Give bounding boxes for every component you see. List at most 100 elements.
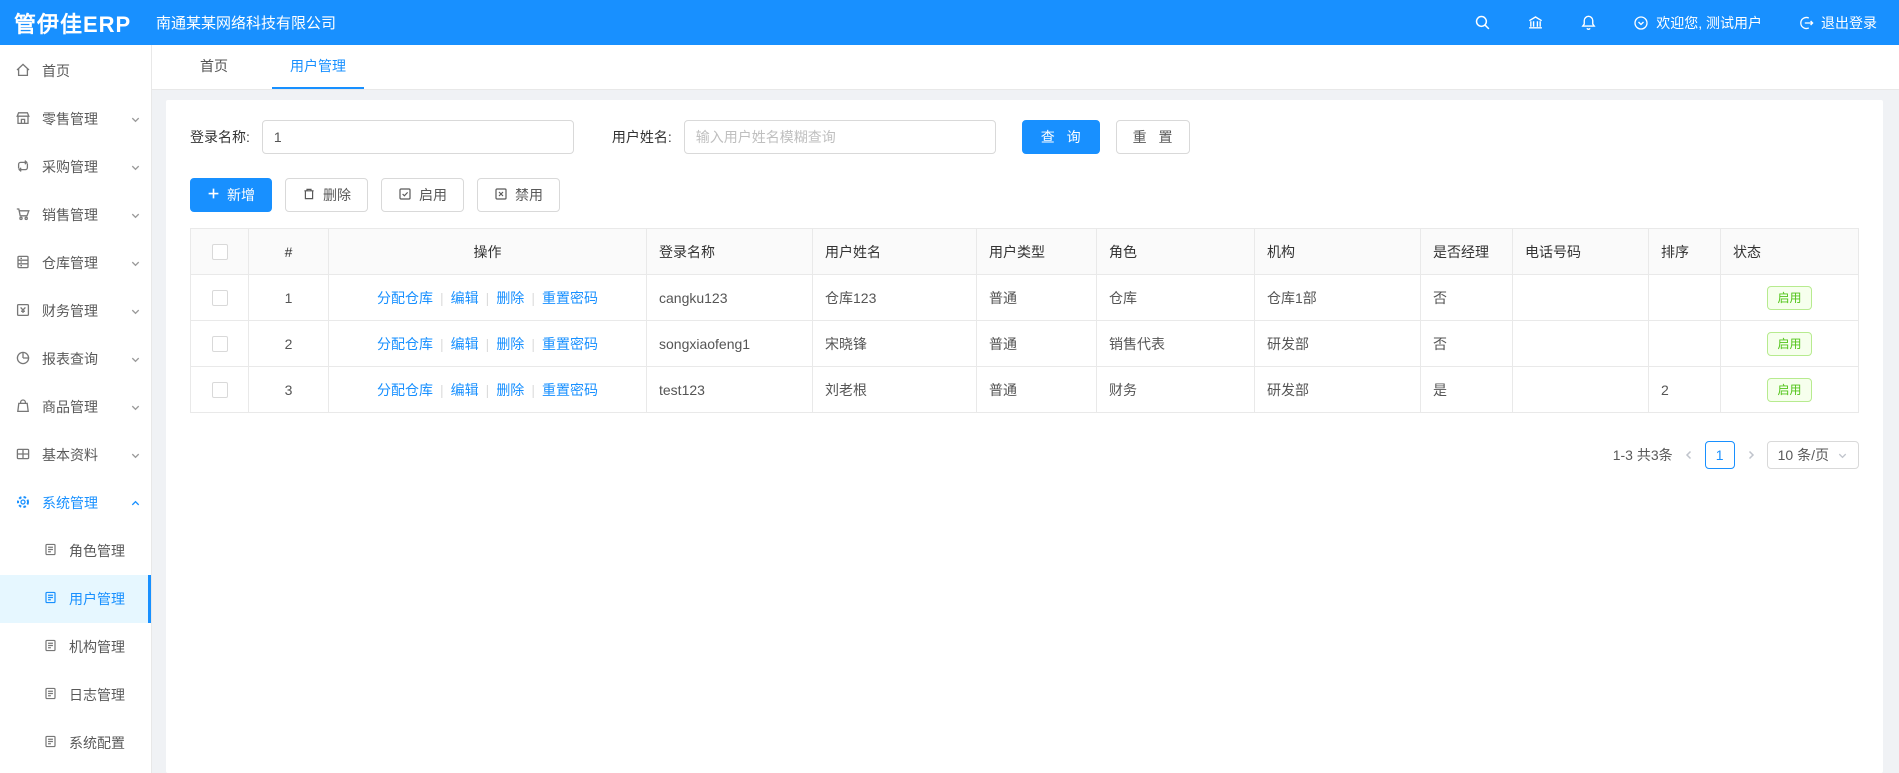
sidebar-item-goods[interactable]: 商品管理 <box>0 383 151 431</box>
chevron-down-icon <box>1838 453 1847 458</box>
sidebar-item-role-management[interactable]: 角色管理 <box>0 527 151 575</box>
bell-icon[interactable] <box>1580 14 1597 31</box>
disable-button[interactable]: 禁用 <box>477 178 560 212</box>
welcome-text: 欢迎您, 测试用户 <box>1656 14 1762 31</box>
sidebar-item-org-management[interactable]: 机构管理 <box>0 623 151 671</box>
sidebar-item-label: 首页 <box>42 63 70 79</box>
logout-button[interactable]: 退出登录 <box>1798 13 1877 33</box>
sidebar-item-user-management[interactable]: 用户管理 <box>0 575 151 623</box>
row-checkbox[interactable] <box>211 336 228 353</box>
edit-link[interactable]: 编辑 <box>451 290 479 306</box>
assign-warehouse-link[interactable]: 分配仓库 <box>377 382 433 398</box>
status-badge: 启用 <box>1767 285 1812 310</box>
pagination-total: 1-3 共3条 <box>1612 447 1673 463</box>
table-row[interactable]: 3 分配仓库 | 编辑 | 删除 | 重置密码 test123 刘老根 普通 财务 研发部 … <box>190 366 1859 413</box>
delete-link[interactable]: 删除 <box>496 382 524 398</box>
cell-name: 宋晓锋 <box>812 320 977 367</box>
reset-password-link[interactable]: 重置密码 <box>542 336 598 352</box>
status-badge: 启用 <box>1767 331 1812 356</box>
col-operations: 操作 <box>328 228 647 275</box>
edit-link[interactable]: 编辑 <box>451 382 479 398</box>
row-index: 3 <box>248 366 329 413</box>
sidebar-item-warehouse[interactable]: 仓库管理 <box>0 239 151 287</box>
delete-link[interactable]: 删除 <box>496 290 524 306</box>
page-number-button[interactable]: 1 <box>1704 441 1735 469</box>
col-org: 机构 <box>1254 228 1421 275</box>
tab-bar: 首页 用户管理 <box>152 45 1899 90</box>
warehouse-icon <box>15 254 31 273</box>
sidebar-item-sales[interactable]: 销售管理 <box>0 191 151 239</box>
delete-link[interactable]: 删除 <box>496 336 524 352</box>
assign-warehouse-link[interactable]: 分配仓库 <box>377 290 433 306</box>
table-row[interactable]: 1 分配仓库 | 编辑 | 删除 | 重置密码 cangku123 仓库123 普通 仓库 … <box>190 274 1859 321</box>
link-separator: | <box>440 289 444 306</box>
filter-form: 登录名称: 用户姓名: 查 询 重 置 <box>190 120 1859 154</box>
row-checkbox[interactable] <box>211 290 228 307</box>
chevron-down-icon <box>130 210 141 221</box>
tab-home[interactable]: 首页 <box>182 45 246 89</box>
page-size-value: 10 条/页 <box>1777 447 1829 463</box>
edit-link[interactable]: 编辑 <box>451 336 479 352</box>
delete-button-label: 删除 <box>323 187 351 203</box>
enable-button-label: 启用 <box>419 187 447 203</box>
sync-icon <box>15 158 31 177</box>
cell-org: 仓库1部 <box>1254 274 1421 321</box>
app-logo[interactable]: 管伊佳ERP <box>0 7 138 39</box>
main-layout: 首页 零售管理 采购管理 销售管理 仓库管理 财务管理 报表查询 商品管理 基本… <box>0 45 1899 773</box>
grid-icon <box>15 446 31 465</box>
sidebar-item-purchase[interactable]: 采购管理 <box>0 143 151 191</box>
table-row[interactable]: 2 分配仓库 | 编辑 | 删除 | 重置密码 songxiaofeng1 宋晓锋 普通 销… <box>190 320 1859 367</box>
user-menu[interactable]: 欢迎您, 测试用户 <box>1633 13 1762 33</box>
sidebar: 首页 零售管理 采购管理 销售管理 仓库管理 财务管理 报表查询 商品管理 基本… <box>0 45 152 773</box>
enable-button[interactable]: 启用 <box>381 178 464 212</box>
cell-phone <box>1512 320 1649 367</box>
sidebar-item-finance[interactable]: 财务管理 <box>0 287 151 335</box>
row-index: 2 <box>248 320 329 367</box>
sidebar-item-system[interactable]: 系统管理 <box>0 479 151 527</box>
sidebar-item-label: 零售管理 <box>42 111 98 127</box>
document-icon <box>43 590 58 608</box>
document-icon <box>43 542 58 560</box>
home-icon <box>15 62 31 81</box>
sidebar-item-system-config[interactable]: 系统配置 <box>0 719 151 767</box>
sidebar-item-label: 仓库管理 <box>42 255 98 271</box>
gear-icon <box>15 494 31 513</box>
add-button[interactable]: 新增 <box>190 178 272 212</box>
chevron-down-icon <box>130 354 141 365</box>
sidebar-item-reports[interactable]: 报表查询 <box>0 335 151 383</box>
sidebar-item-label: 系统配置 <box>69 735 125 751</box>
sidebar-item-basic-data[interactable]: 基本资料 <box>0 431 151 479</box>
cell-login: songxiaofeng1 <box>646 320 813 367</box>
reset-password-link[interactable]: 重置密码 <box>542 382 598 398</box>
select-all-checkbox[interactable] <box>211 244 228 261</box>
tab-user-management[interactable]: 用户管理 <box>272 45 364 89</box>
col-role: 角色 <box>1096 228 1255 275</box>
prev-page-button[interactable] <box>1683 449 1695 461</box>
link-separator: | <box>440 381 444 398</box>
link-separator: | <box>485 335 490 352</box>
sidebar-item-label: 系统管理 <box>42 495 98 511</box>
search-icon[interactable] <box>1474 14 1491 31</box>
reset-password-link[interactable]: 重置密码 <box>542 290 598 306</box>
user-name-input[interactable] <box>683 120 996 154</box>
cell-type: 普通 <box>976 274 1097 321</box>
sidebar-item-retail[interactable]: 零售管理 <box>0 95 151 143</box>
link-separator: | <box>440 335 444 352</box>
search-button[interactable]: 查 询 <box>1021 120 1100 154</box>
sidebar-item-log-management[interactable]: 日志管理 <box>0 671 151 719</box>
row-checkbox[interactable] <box>211 382 228 399</box>
col-user-type: 用户类型 <box>976 228 1097 275</box>
sidebar-item-label: 基本资料 <box>42 447 98 463</box>
login-name-input[interactable] <box>261 120 574 154</box>
cell-login: cangku123 <box>646 274 813 321</box>
sidebar-item-label: 机构管理 <box>69 639 125 655</box>
bank-icon[interactable] <box>1527 14 1544 31</box>
next-page-button[interactable] <box>1745 449 1757 461</box>
sidebar-item-label: 角色管理 <box>69 543 125 559</box>
delete-button[interactable]: 删除 <box>285 178 368 212</box>
add-button-label: 新增 <box>227 187 255 203</box>
assign-warehouse-link[interactable]: 分配仓库 <box>377 336 433 352</box>
reset-button[interactable]: 重 置 <box>1115 120 1190 154</box>
sidebar-item-home[interactable]: 首页 <box>0 47 151 95</box>
page-size-select[interactable]: 10 条/页 <box>1766 441 1859 469</box>
